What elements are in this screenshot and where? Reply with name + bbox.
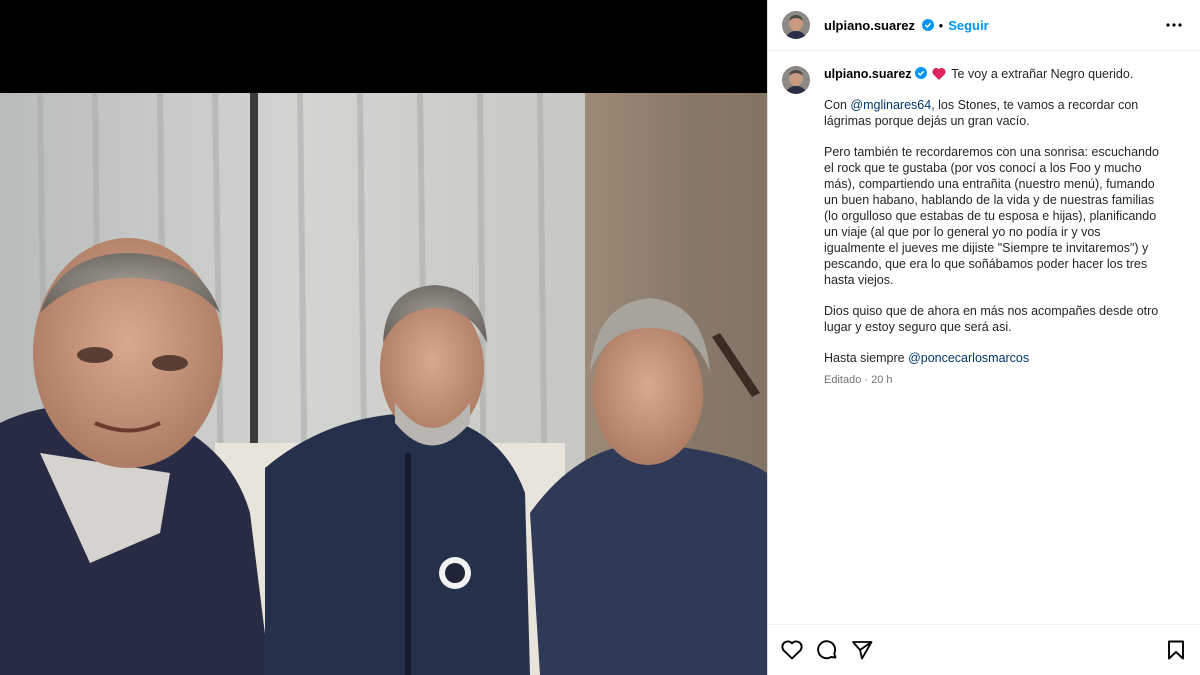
heart-outline-icon[interactable]	[780, 638, 804, 662]
caption-intro: Te voy a extrañar Negro querido.	[951, 67, 1134, 81]
comments-area: ulpiano.suarez Te voy a extrañar Negro q…	[768, 52, 1200, 624]
caption-avatar[interactable]	[782, 66, 810, 94]
avatar-image	[782, 66, 810, 94]
mention-link[interactable]: @mglinares64	[850, 98, 931, 112]
red-heart-icon	[932, 68, 946, 80]
caption-p4-lead: Hasta siempre	[824, 351, 909, 365]
mention-link[interactable]: @poncecarlosmarcos	[908, 351, 1029, 365]
share-paper-plane-icon[interactable]	[850, 638, 874, 662]
action-bar	[768, 624, 1200, 675]
verified-badge-icon	[914, 67, 927, 79]
follow-button[interactable]: Seguir	[948, 18, 988, 33]
avatar-image	[782, 11, 810, 39]
post-meta: Editado · 20 h	[824, 374, 893, 386]
post-media	[0, 0, 767, 675]
avatar[interactable]	[782, 11, 810, 39]
caption-p1-lead: Con	[824, 98, 851, 112]
photo-illustration	[0, 93, 767, 675]
caption-text: ulpiano.suarez Te voy a extrañar Negro q…	[824, 66, 1164, 388]
comment-icon[interactable]	[815, 638, 839, 662]
header-separator: •	[938, 17, 944, 33]
post-side-panel: ulpiano.suarez • Seguir ulpiano.suarez T…	[767, 0, 1200, 675]
verified-badge-icon	[921, 18, 934, 31]
post-header: ulpiano.suarez • Seguir	[768, 0, 1200, 51]
instagram-post-view: ulpiano.suarez • Seguir ulpiano.suarez T…	[0, 0, 1200, 675]
caption-username[interactable]: ulpiano.suarez	[824, 67, 912, 81]
caption-paragraph-3: Dios quiso que de ahora en más nos acomp…	[824, 304, 1159, 334]
caption-paragraph-2: Pero también te recordaremos con una son…	[824, 145, 1159, 287]
post-photo[interactable]	[0, 93, 767, 675]
username-text[interactable]: ulpiano.suarez	[824, 18, 915, 33]
more-options-icon[interactable]	[1162, 13, 1186, 37]
header-username[interactable]: ulpiano.suarez	[824, 18, 934, 33]
caption: ulpiano.suarez Te voy a extrañar Negro q…	[782, 66, 1184, 388]
bookmark-icon[interactable]	[1164, 638, 1188, 662]
